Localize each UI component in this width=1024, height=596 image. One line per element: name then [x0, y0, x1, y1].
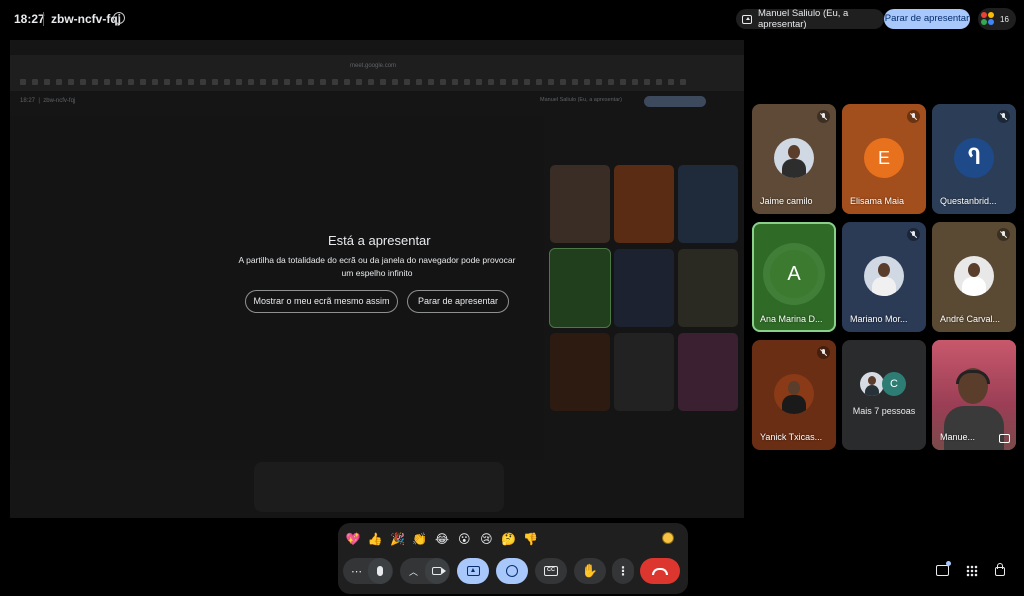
chevron-up-icon[interactable]: ︿ — [409, 565, 418, 578]
reaction-heart[interactable]: 💖 — [342, 529, 364, 549]
audio-options-button[interactable]: ⋯ — [351, 565, 362, 578]
participant-tile[interactable]: E Elisama Maia — [842, 104, 926, 214]
mic-off-icon — [907, 110, 920, 123]
captions-icon: CC — [544, 566, 558, 576]
info-icon[interactable]: i — [113, 12, 125, 24]
chat-icon — [936, 565, 949, 576]
more-participants-tile[interactable]: C Mais 7 pessoas — [842, 340, 926, 450]
reaction-thinking[interactable]: 🤔 — [498, 529, 520, 549]
stop-presenting-button[interactable]: Parar de apresentar — [884, 9, 970, 29]
meeting-time: 18:27 — [14, 12, 45, 26]
avatar — [954, 256, 994, 296]
participant-name: Manue... — [940, 432, 976, 442]
self-body — [944, 406, 1004, 450]
questanbrid-logo-icon: Ⴄ — [954, 138, 994, 178]
chat-button[interactable] — [932, 560, 954, 582]
participant-tile[interactable]: Yanick Txicas... — [752, 340, 836, 450]
avatar — [774, 374, 814, 414]
avatar: E — [864, 138, 904, 178]
presenting-label: Manuel Saliulo (Eu, a apresentar) — [758, 8, 849, 30]
people-count: 16 — [1000, 14, 1009, 24]
camera-button[interactable] — [425, 558, 449, 584]
infinite-mirror-warning: Está a apresentar A partilha da totalida… — [10, 40, 744, 518]
reaction-sad[interactable]: 😢 — [475, 529, 497, 549]
mic-icon — [377, 566, 383, 576]
skin-tone-selector[interactable] — [662, 532, 674, 544]
present-screen-icon — [742, 14, 753, 24]
raise-hand-button[interactable]: ✋ — [574, 558, 606, 584]
participant-tile[interactable]: Jaime camilo — [752, 104, 836, 214]
captions-button[interactable]: CC — [535, 558, 567, 584]
mic-off-icon — [817, 110, 830, 123]
reaction-thumbs-down[interactable]: 👎 — [520, 529, 542, 549]
participant-name: André Carval... — [940, 314, 1001, 324]
mic-off-icon — [997, 228, 1010, 241]
avatar — [860, 372, 884, 396]
avatar: C — [882, 372, 906, 396]
presenting-indicator: Manuel Saliulo (Eu, a apresentar) — [736, 8, 884, 30]
meeting-code: zbw-ncfv-fqj — [51, 12, 121, 26]
participant-name: Ana Marina D... — [760, 314, 823, 324]
dialog-stop-presenting-button[interactable]: Parar de apresentar — [407, 290, 509, 313]
participant-name: Elisama Maia — [850, 196, 905, 206]
participant-name: Questanbrid... — [940, 196, 997, 206]
present-button[interactable] — [457, 558, 489, 584]
phone-hangup-icon — [652, 567, 668, 575]
shared-screen: meet.google.com 18:27 | zbw-ncfv-fqj Man… — [10, 40, 744, 518]
participant-tile[interactable]: Mariano Mor... — [842, 222, 926, 332]
avatar — [774, 138, 814, 178]
camera-icon — [432, 567, 446, 575]
self-view-tile[interactable]: Manue... — [932, 340, 1016, 450]
participant-tile[interactable]: Ⴄ Questanbrid... — [932, 104, 1016, 214]
people-button[interactable]: 16 — [978, 8, 1016, 30]
participant-name: Mariano Mor... — [850, 314, 908, 324]
participant-tile[interactable]: A Ana Marina D... — [752, 222, 836, 332]
reaction-clap[interactable]: 👏 — [409, 529, 431, 549]
notification-dot — [946, 561, 951, 566]
more-options-button[interactable]: ⋮ — [612, 558, 634, 584]
show-screen-anyway-button[interactable]: Mostrar o meu ecrã mesmo assim — [245, 290, 398, 313]
warning-text: A partilha da totalidade do ecrã ou da j… — [238, 255, 516, 278]
divider — [43, 12, 44, 26]
mic-button[interactable] — [368, 558, 392, 584]
lock-shackle — [997, 563, 1003, 569]
more-avatars: C — [860, 372, 910, 398]
participant-grid: Jaime camilo E Elisama Maia Ⴄ Questanbri… — [752, 104, 1016, 452]
grid-icon — [966, 565, 978, 577]
participant-name: Yanick Txicas... — [760, 432, 823, 442]
leave-call-button[interactable] — [640, 558, 680, 584]
hand-icon: ✋ — [581, 563, 599, 578]
avatar — [864, 256, 904, 296]
more-participants-label: Mais 7 pessoas — [852, 406, 916, 416]
reaction-party[interactable]: 🎉 — [386, 529, 408, 549]
more-vertical-icon: ⋮ — [617, 564, 629, 578]
reaction-bar: 💖 👍 🎉 👏 😂 😮 😢 🤔 👎 — [342, 529, 542, 549]
self-view-options-icon[interactable] — [999, 434, 1010, 443]
participant-name: Jaime camilo — [760, 196, 813, 206]
mic-off-icon — [997, 110, 1010, 123]
reactions-button[interactable] — [496, 558, 528, 584]
top-bar: 18:27 zbw-ncfv-fqj i Manuel Saliulo (Eu,… — [0, 0, 1024, 38]
people-icon — [981, 12, 995, 26]
emoji-icon — [506, 565, 518, 577]
host-controls-button[interactable] — [990, 560, 1012, 582]
reaction-thumbs-up[interactable]: 👍 — [364, 529, 386, 549]
avatar: A — [770, 250, 818, 298]
reaction-laugh[interactable]: 😂 — [431, 529, 453, 549]
participant-tile[interactable]: André Carval... — [932, 222, 1016, 332]
present-screen-icon — [466, 566, 480, 576]
mic-off-icon — [817, 346, 830, 359]
activities-button[interactable] — [961, 560, 983, 582]
mic-off-icon — [907, 228, 920, 241]
reaction-surprised[interactable]: 😮 — [453, 529, 475, 549]
